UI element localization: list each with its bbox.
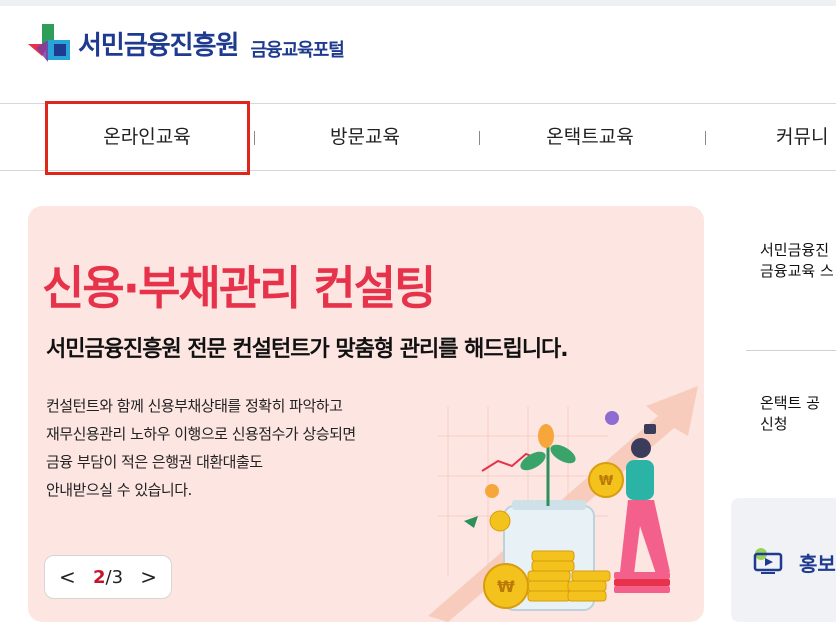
coin-symbol: ₩ — [599, 474, 614, 489]
promo-box[interactable]: 홍보 — [731, 498, 836, 622]
video-monitor-icon — [753, 548, 783, 574]
coin-symbol: ₩ — [497, 577, 515, 596]
nav-separator — [705, 131, 706, 145]
logo-mark-icon — [28, 24, 70, 62]
site-header: 서민금융진흥원 금융교육포털 — [0, 6, 836, 104]
banner-pager: < 2/3 > — [44, 555, 172, 599]
side-link-text: 서민금융진 — [760, 241, 830, 259]
banner-description-line: 안내받으실 수 있습니다. — [46, 481, 192, 499]
next-slide-button[interactable]: > — [140, 567, 157, 587]
nav-separator — [254, 131, 255, 145]
portal-name: 금융교육포털 — [250, 40, 344, 61]
nav-separator — [479, 131, 480, 145]
nav-item-ontact-education[interactable]: 온택트교육 — [515, 104, 665, 170]
slide-total: 3 — [111, 566, 124, 588]
prev-slide-button[interactable]: < — [59, 567, 76, 587]
side-link-text: 신청 — [760, 415, 788, 433]
slide-counter: 2/3 — [93, 567, 123, 588]
site-logo[interactable]: 서민금융진흥원 금융교육포털 — [28, 22, 345, 66]
banner-subtitle: 서민금융진흥원 전문 컨설턴트가 맞춤형 관리를 해드립니다. — [46, 337, 569, 362]
slide-current: 2 — [92, 566, 106, 588]
org-name: 서민금융진흥원 — [78, 31, 239, 61]
main-banner[interactable]: 신용·부채관리 컨설팅 서민금융진흥원 전문 컨설턴트가 맞춤형 관리를 해드립… — [28, 206, 704, 622]
consulting-illustration-icon: ₩ ₩ — [428, 386, 698, 622]
side-link-text: 온택트 공 — [760, 394, 820, 412]
banner-description-line: 컨설턴트와 함께 신용부채상태를 정확히 파악하고 — [46, 397, 343, 415]
side-link-item-1[interactable]: 서민금융진 금융교육 스 — [760, 240, 834, 282]
banner-description: 컨설턴트와 함께 신용부채상태를 정확히 파악하고 재무신용관리 노하우 이행으… — [46, 392, 356, 504]
banner-description-line: 금융 부담이 적은 은행권 대환대출도 — [46, 453, 263, 471]
nav-item-visit-education[interactable]: 방문교육 — [290, 104, 440, 170]
nav-item-community[interactable]: 커뮤니 — [776, 104, 836, 170]
banner-title: 신용·부채관리 컨설팅 — [42, 261, 436, 315]
side-divider — [746, 350, 836, 351]
side-link-text: 금융교육 스 — [760, 262, 834, 280]
side-link-item-2[interactable]: 온택트 공 신청 — [760, 393, 820, 435]
promo-label: 홍보 — [799, 552, 836, 576]
highlight-box — [45, 101, 250, 175]
banner-description-line: 재무신용관리 노하우 이행으로 신용점수가 상승되면 — [46, 425, 356, 443]
